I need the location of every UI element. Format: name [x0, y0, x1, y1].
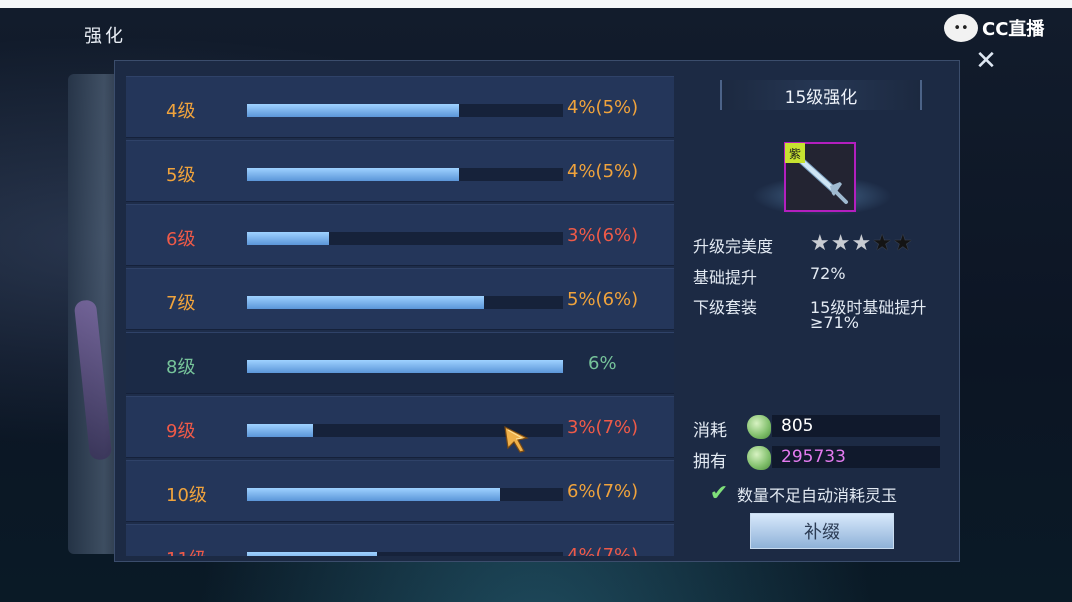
- perfection-label: 升级完美度: [693, 237, 774, 256]
- logo-mark-icon: ••: [944, 14, 978, 42]
- top-strip: [0, 0, 1072, 8]
- level-row[interactable]: 5级 4%(5%): [126, 140, 674, 202]
- progress-fill: [247, 232, 329, 245]
- progress-track: [247, 168, 563, 181]
- level-row[interactable]: 7级 5%(6%): [126, 268, 674, 330]
- progress-track: [247, 360, 563, 373]
- level-percent: 4%(7%): [567, 545, 639, 556]
- level-row[interactable]: 8级 6%: [126, 332, 674, 394]
- star-filled-icon: ★: [830, 231, 851, 256]
- level-percent: 6%: [588, 353, 617, 374]
- base-boost-value: 72%: [810, 264, 846, 283]
- star-empty-icon: ★: [872, 231, 892, 256]
- level-label: 8级: [166, 357, 196, 378]
- level-list[interactable]: 4级 4%(5%) 5级 4%(5%) 6级 3%(6%) 7级 5%(6%) 8级 6% 9级 3%…: [126, 76, 674, 556]
- logo-text: CC直播: [982, 19, 1045, 40]
- auto-consume-label: 数量不足自动消耗灵玉: [737, 486, 898, 505]
- progress-track: [247, 552, 563, 556]
- jade-icon: [747, 415, 771, 439]
- level-label: 11级: [166, 545, 207, 556]
- progress-track: [247, 104, 563, 117]
- progress-track: [247, 488, 563, 501]
- progress-track: [247, 232, 563, 245]
- progress-track: [247, 296, 563, 309]
- level-label: 6级: [166, 229, 196, 250]
- level-label: 10级: [166, 485, 207, 506]
- own-row: 拥有 295733: [693, 446, 943, 472]
- close-icon: ✕: [975, 46, 997, 76]
- jade-icon: [747, 446, 771, 470]
- perfection-stars: ★ ★ ★ ★ ★: [810, 233, 913, 255]
- checkmark-icon[interactable]: ✔: [707, 483, 731, 505]
- level-percent: 3%(7%): [567, 417, 639, 438]
- next-set-value-line2: ≥71%: [810, 313, 859, 332]
- item-quality-tag: 紫: [785, 143, 805, 163]
- level-label: 7级: [166, 293, 196, 314]
- auto-consume-toggle[interactable]: ✔ 数量不足自动消耗灵玉: [707, 482, 897, 506]
- consume-row: 消耗 805: [693, 415, 943, 441]
- level-percent: 5%(6%): [567, 289, 639, 310]
- own-value: 295733: [781, 447, 846, 467]
- progress-fill: [247, 488, 500, 501]
- level-row[interactable]: 10级 6%(7%): [126, 460, 674, 522]
- level-percent: 4%(5%): [567, 161, 639, 182]
- progress-track: [247, 424, 563, 437]
- level-label: 5级: [166, 165, 196, 186]
- progress-fill: [247, 296, 484, 309]
- refine-button[interactable]: 补缀: [750, 513, 894, 549]
- progress-fill: [247, 104, 459, 117]
- brand-logo: •• CC直播: [944, 14, 1044, 42]
- own-label: 拥有: [693, 452, 727, 472]
- star-filled-icon: ★: [851, 231, 872, 256]
- level-row[interactable]: 6级 3%(6%): [126, 204, 674, 266]
- level-label: 4级: [166, 101, 196, 122]
- enhance-level-header: 15级强化: [720, 80, 922, 110]
- consume-value: 805: [781, 416, 814, 436]
- level-percent: 6%(7%): [567, 481, 639, 502]
- progress-fill: [247, 552, 377, 556]
- level-row[interactable]: 11级 4%(7%): [126, 524, 674, 556]
- star-filled-icon: ★: [810, 231, 830, 256]
- star-empty-icon: ★: [892, 231, 913, 256]
- level-percent: 3%(6%): [567, 225, 639, 246]
- level-row[interactable]: 9级 3%(7%): [126, 396, 674, 458]
- level-percent: 4%(5%): [567, 97, 639, 118]
- window-title: 强化: [84, 26, 126, 47]
- progress-fill: [247, 360, 563, 373]
- base-boost-label: 基础提升: [693, 268, 758, 287]
- next-set-label: 下级套装: [693, 298, 758, 317]
- level-label: 9级: [166, 421, 196, 442]
- consume-label: 消耗: [693, 421, 727, 441]
- progress-fill: [247, 168, 459, 181]
- progress-fill: [247, 424, 313, 437]
- level-row[interactable]: 4级 4%(5%): [126, 76, 674, 138]
- close-button[interactable]: ✕: [970, 46, 1002, 76]
